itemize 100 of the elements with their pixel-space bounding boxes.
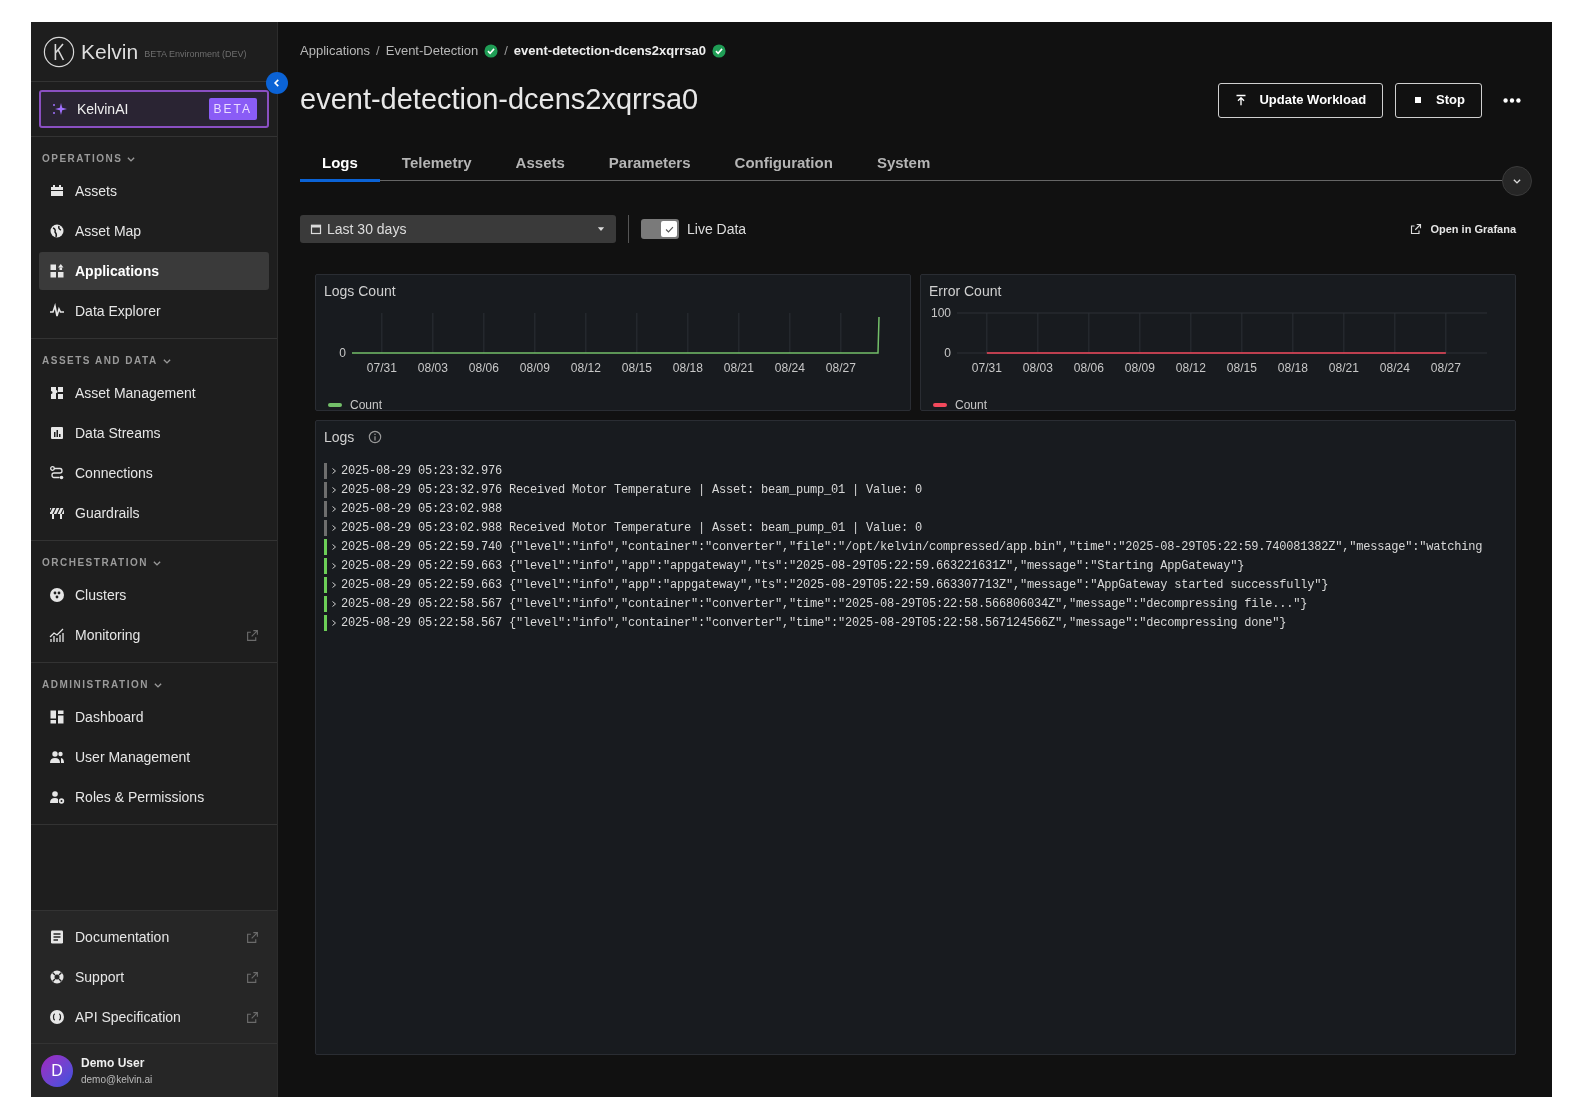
nav-item[interactable]: Data Streams <box>39 414 269 452</box>
connection-icon <box>49 465 65 481</box>
chevron-left-icon <box>272 78 282 88</box>
log-line[interactable]: 2025-08-29 05:22:58.567 {"level":"info","container":"converter","time":"2025-08-29T05:22:58.567124566Z","message":"decompressing done"} <box>341 613 1287 632</box>
axis-label: 100 <box>930 306 951 320</box>
kelvinai-label: KelvinAI <box>77 99 129 119</box>
section-header[interactable]: ASSETS AND DATA <box>39 353 269 368</box>
log-line[interactable]: 2025-08-29 05:23:02.988 Received Motor Temperature | Asset: beam_pump_01 | Value: 0 <box>341 518 923 537</box>
section-header[interactable]: ADMINISTRATION <box>39 677 269 692</box>
axis-label: 08/03 <box>417 361 448 375</box>
axis-label: 08/09 <box>1124 361 1155 375</box>
nav-item[interactable]: Monitoring <box>39 616 269 654</box>
nav-item[interactable]: Asset Management <box>39 374 269 412</box>
avatar: D <box>41 1054 73 1087</box>
axis-label: 08/18 <box>1277 361 1308 375</box>
user-email: demo@kelvin.ai <box>81 1073 153 1087</box>
puzzle-icon <box>49 385 65 401</box>
grafana-link[interactable]: Open in Grafana <box>1410 220 1516 238</box>
section-header[interactable]: OPERATIONS <box>39 151 269 166</box>
axis-label: 08/27 <box>825 361 856 375</box>
external-link-icon <box>1410 223 1423 235</box>
chart-title: Logs Count <box>324 282 397 299</box>
chevron-down-icon <box>1512 176 1522 186</box>
log-line[interactable]: 2025-08-29 05:23:02.988 <box>341 499 503 518</box>
panel-title: Logs <box>324 427 355 447</box>
collapse-button[interactable] <box>266 72 288 94</box>
log-line[interactable]: 2025-08-29 05:22:59.663 {"level":"info","app":"appgateway","ts":"2025-08-29T05:22:59.663221631Z","message":"Starting AppGateway"} <box>341 556 1245 575</box>
log-line[interactable]: 2025-08-29 05:22:59.663 {"level":"info","app":"appgateway","ts":"2025-08-29T05:22:59.663307713Z","message":"AppGateway started successfully"} <box>341 575 1329 594</box>
expand-row-icon <box>330 542 338 551</box>
environment-label: BETA Environment (DEV) <box>144 47 247 61</box>
log-line[interactable]: 2025-08-29 05:23:32.976 <box>341 461 503 480</box>
time-range-dropdown[interactable]: Last 30 days <box>300 215 616 243</box>
footer-link[interactable]: Support <box>39 957 269 997</box>
tab[interactable]: Logs <box>300 148 380 182</box>
breadcrumb-separator: / <box>504 42 508 61</box>
nav-item[interactable]: User Management <box>39 738 269 776</box>
nav-item[interactable]: Roles & Permissions <box>39 778 269 816</box>
calendar-icon <box>49 183 65 199</box>
users-icon <box>49 749 65 765</box>
axis-label: 08/18 <box>672 361 703 375</box>
live-data-toggle[interactable] <box>641 219 679 239</box>
log-line[interactable]: 2025-08-29 05:23:32.976 Received Motor Temperature | Asset: beam_pump_01 | Value: 0 <box>341 480 923 499</box>
breadcrumb-link[interactable]: Applications <box>300 41 371 61</box>
sparkle-icon <box>51 101 67 117</box>
beta-badge: BETA <box>208 98 257 120</box>
legend-label: Count <box>955 397 988 414</box>
log-line[interactable]: 2025-08-29 05:22:59.740 {"level":"info","container":"converter","file":"/opt/kelvin/compressed/app.bin","time":"2025-08-29T05:22:59.740081382Z","message":"watching <box>341 537 1483 556</box>
nav-item[interactable]: Applications <box>39 252 269 290</box>
barrier-icon <box>49 505 65 521</box>
axis-label: 08/06 <box>1073 361 1104 375</box>
nav-item[interactable]: Clusters <box>39 576 269 614</box>
axis-label: 08/15 <box>621 361 652 375</box>
chart-title: Error Count <box>929 282 1003 299</box>
user-gear-icon <box>49 789 65 805</box>
expand-row-icon <box>330 599 338 608</box>
tab[interactable]: Parameters <box>586 146 713 180</box>
axis-label: 08/06 <box>468 361 499 375</box>
log-line[interactable]: 2025-08-29 05:22:58.567 {"level":"info","container":"converter","time":"2025-08-29T05:22:58.566806034Z","message":"decompressing file..."} <box>341 594 1308 613</box>
expand-row-icon <box>330 466 338 475</box>
footer-link[interactable]: Documentation <box>39 917 269 957</box>
tab[interactable]: Assets <box>493 146 587 180</box>
kelvinai-button[interactable]: KelvinAI BETA <box>39 90 269 128</box>
expand-row-icon <box>330 523 338 532</box>
axis-label: 08/03 <box>1022 361 1053 375</box>
section-header[interactable]: ORCHESTRATION <box>39 555 269 570</box>
expand-button[interactable] <box>1502 166 1532 196</box>
footer-link[interactable]: API Specification <box>39 997 269 1037</box>
axis-label: 07/31 <box>971 361 1002 375</box>
globe-icon <box>49 223 65 239</box>
page-title: event-detection-dcens2xqrrsa0 <box>300 82 699 118</box>
axis-label: 08/15 <box>1226 361 1257 375</box>
calendar-icon <box>310 223 322 235</box>
nav-item[interactable]: Data Explorer <box>39 292 269 330</box>
expand-row-icon <box>330 561 338 570</box>
legend-label: Count <box>350 397 383 414</box>
line-chart-icon <box>49 627 65 643</box>
nav-item[interactable]: Asset Map <box>39 212 269 250</box>
nav-item[interactable]: Guardrails <box>39 494 269 532</box>
breadcrumb-separator: / <box>376 42 380 61</box>
axis-label: 08/24 <box>774 361 805 375</box>
update-workload-button[interactable]: Update Workload <box>1218 82 1384 118</box>
document-icon <box>49 929 65 945</box>
more-icon <box>1503 97 1521 103</box>
breadcrumb-link[interactable]: event-detection-dcens2xqrrsa0 <box>513 41 707 61</box>
pulse-icon <box>49 303 65 319</box>
nav-item[interactable]: Dashboard <box>39 698 269 736</box>
stop-button[interactable]: Stop <box>1395 82 1482 118</box>
lifebuoy-icon <box>49 969 65 985</box>
live-data-label: Live Data <box>687 219 747 239</box>
nav-item[interactable]: Assets <box>39 172 269 210</box>
info-icon <box>368 430 383 444</box>
upload-icon <box>1235 94 1248 106</box>
tab[interactable]: System <box>854 146 953 180</box>
tab[interactable]: Configuration <box>712 146 855 180</box>
breadcrumb-link[interactable]: Event-Detection <box>385 41 479 61</box>
api-icon <box>49 1009 65 1025</box>
tab[interactable]: Telemetry <box>379 146 494 180</box>
axis-label: 08/12 <box>570 361 601 375</box>
axis-label: 08/27 <box>1430 361 1461 375</box>
nav-item[interactable]: Connections <box>39 454 269 492</box>
